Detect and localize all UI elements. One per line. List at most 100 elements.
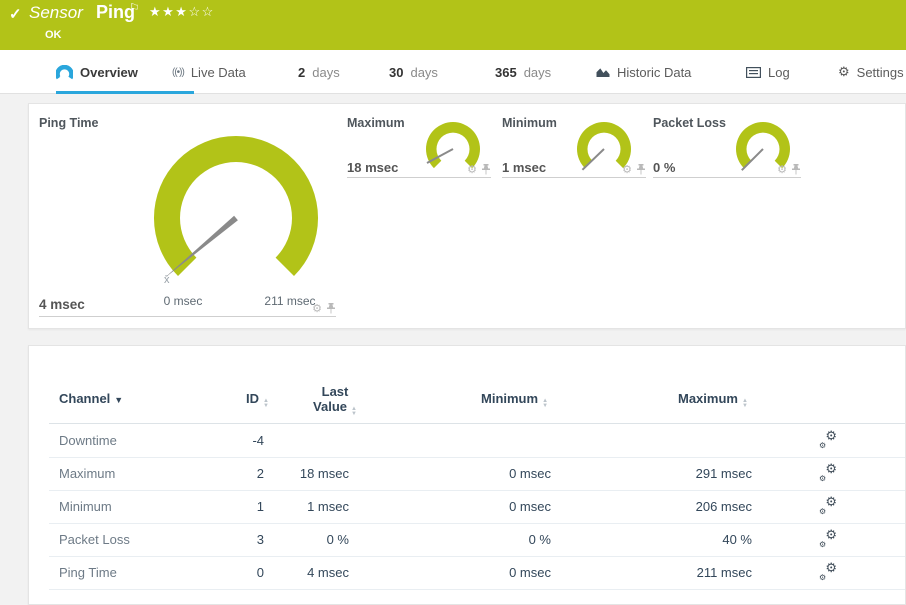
tab-historic-data-label: Historic Data xyxy=(617,65,691,80)
channel-name: Maximum xyxy=(59,466,115,481)
sort-icon: ▲▼ xyxy=(742,399,748,409)
sort-icon: ▲▼ xyxy=(263,399,269,409)
active-tab-indicator xyxy=(56,91,194,94)
sort-desc-icon: ▼ xyxy=(114,395,123,405)
gauge-footer-line xyxy=(39,316,336,317)
gauge-settings-icon[interactable]: ⚙ xyxy=(312,304,322,315)
channel-name: Downtime xyxy=(59,433,117,448)
column-header-id[interactable]: ID ▲▼ xyxy=(199,391,269,409)
sensor-kind-label: Sensor xyxy=(29,3,83,23)
channel-settings-button[interactable]: ⚙⚙ xyxy=(815,529,841,550)
priority-stars[interactable]: ★★★☆☆ xyxy=(149,4,215,20)
priority-flag-icon[interactable]: ⚐ xyxy=(129,1,140,15)
channel-name: Minimum xyxy=(59,499,112,514)
tab-historic-data[interactable]: Historic Data xyxy=(596,50,691,94)
tab-live-data-label: Live Data xyxy=(191,65,246,80)
channel-minimum: 0 % xyxy=(431,532,551,547)
channel-settings-gears-icon: ⚙⚙ xyxy=(819,529,837,547)
pin-icon[interactable] xyxy=(326,303,336,315)
sensor-status-badge: OK xyxy=(45,29,62,41)
gauge-footer-line xyxy=(653,177,801,178)
table-row: Packet Loss 3 0 % 0 % 40 % ⚙⚙ xyxy=(29,524,905,557)
tab-30-days-label: days xyxy=(410,65,437,80)
channel-last-value: 1 msec xyxy=(259,499,349,514)
tab-2-days[interactable]: 2 days xyxy=(298,50,340,94)
tab-log[interactable]: Log xyxy=(746,50,790,94)
column-header-maximum-label: Maximum xyxy=(678,391,738,406)
channel-name: Packet Loss xyxy=(59,532,130,547)
column-header-last-value-label: Last Value xyxy=(313,384,348,414)
tab-365-days-label: days xyxy=(524,65,551,80)
ok-check-icon: ✓ xyxy=(9,5,22,23)
channel-settings-button[interactable]: ⚙⚙ xyxy=(815,496,841,517)
gauge-icon xyxy=(56,65,73,80)
column-header-last-value[interactable]: Last Value▲▼ xyxy=(307,384,363,417)
channels-table-panel: Channel▼ ID▲▼ Last Value▲▼ Minimum▲▼ Max… xyxy=(28,345,906,605)
packet-loss-gauge-title: Packet Loss xyxy=(653,116,726,130)
packet-loss-gauge-actions: ⚙ xyxy=(653,164,801,176)
column-header-channel[interactable]: Channel▼ xyxy=(59,391,123,406)
channel-id: 2 xyxy=(194,466,264,481)
tab-365-days[interactable]: 365 days xyxy=(495,50,551,94)
channel-maximum: 206 msec xyxy=(632,499,752,514)
channel-settings-button[interactable]: ⚙⚙ xyxy=(815,463,841,484)
gauge-settings-icon[interactable]: ⚙ xyxy=(467,165,477,176)
gauge-footer-line xyxy=(502,177,646,178)
log-icon xyxy=(746,67,761,78)
minimum-gauge-title: Minimum xyxy=(502,116,557,130)
row-divider xyxy=(49,589,905,590)
channel-minimum: 0 msec xyxy=(431,499,551,514)
live-data-icon: ((•)) xyxy=(172,67,184,78)
content-area: Ping Time x̄ 0 msec 211 msec 4 msec ⚙ Ma… xyxy=(0,95,906,597)
channel-minimum: 0 msec xyxy=(431,466,551,481)
sort-icon: ▲▼ xyxy=(542,399,548,409)
main-gauge-title: Ping Time xyxy=(39,116,99,130)
settings-gear-icon: ⚙ xyxy=(838,64,850,80)
gauges-panel: Ping Time x̄ 0 msec 211 msec 4 msec ⚙ Ma… xyxy=(28,103,906,329)
table-row: Minimum 1 1 msec 0 msec 206 msec ⚙⚙ xyxy=(29,491,905,524)
channel-settings-gears-icon: ⚙⚙ xyxy=(819,430,837,448)
table-row: Ping Time 0 4 msec 0 msec 211 msec ⚙⚙ xyxy=(29,557,905,590)
sort-icon: ▲▼ xyxy=(351,407,357,417)
sensor-header: ✓ Sensor Ping ⚐ ★★★☆☆ OK xyxy=(0,0,906,50)
column-header-minimum[interactable]: Minimum▲▼ xyxy=(481,391,548,409)
maximum-gauge-actions: ⚙ xyxy=(347,164,491,176)
channel-settings-gears-icon: ⚙⚙ xyxy=(819,496,837,514)
gauge-settings-icon[interactable]: ⚙ xyxy=(777,165,787,176)
tab-settings[interactable]: ⚙ Settings xyxy=(838,50,904,94)
channel-settings-button[interactable]: ⚙⚙ xyxy=(815,562,841,583)
channel-rows: Downtime -4 ⚙⚙ Maximum 2 18 msec 0 msec … xyxy=(29,425,905,590)
channel-id: 1 xyxy=(194,499,264,514)
tab-settings-label: Settings xyxy=(857,65,904,80)
channel-id: -4 xyxy=(194,433,264,448)
channel-name: Ping Time xyxy=(59,565,117,580)
chart-icon xyxy=(596,66,610,78)
maximum-gauge-title: Maximum xyxy=(347,116,405,130)
pin-icon[interactable] xyxy=(636,164,646,176)
channel-last-value: 4 msec xyxy=(259,565,349,580)
average-marker: x̄ xyxy=(164,274,170,286)
tab-live-data[interactable]: ((•)) Live Data xyxy=(172,50,246,94)
pin-icon[interactable] xyxy=(791,164,801,176)
pin-icon[interactable] xyxy=(481,164,491,176)
channel-last-value: 0 % xyxy=(259,532,349,547)
tab-2-days-number: 2 xyxy=(298,65,305,80)
table-row: Downtime -4 ⚙⚙ xyxy=(29,425,905,458)
channel-id: 0 xyxy=(194,565,264,580)
channel-maximum: 211 msec xyxy=(632,565,752,580)
tab-30-days[interactable]: 30 days xyxy=(389,50,438,94)
column-header-maximum[interactable]: Maximum ▲▼ xyxy=(678,391,748,409)
channel-maximum: 40 % xyxy=(632,532,752,547)
tab-365-days-number: 365 xyxy=(495,65,517,80)
gauge-footer-line xyxy=(347,177,491,178)
ping-time-gauge xyxy=(136,115,336,285)
tab-log-label: Log xyxy=(768,65,790,80)
channel-minimum: 0 msec xyxy=(431,565,551,580)
column-header-id-label: ID xyxy=(246,391,259,406)
channel-settings-button[interactable]: ⚙⚙ xyxy=(815,430,841,451)
channel-id: 3 xyxy=(194,532,264,547)
gauge-settings-icon[interactable]: ⚙ xyxy=(622,165,632,176)
tab-overview-label: Overview xyxy=(80,65,138,80)
tab-30-days-number: 30 xyxy=(389,65,403,80)
channel-last-value: 18 msec xyxy=(259,466,349,481)
